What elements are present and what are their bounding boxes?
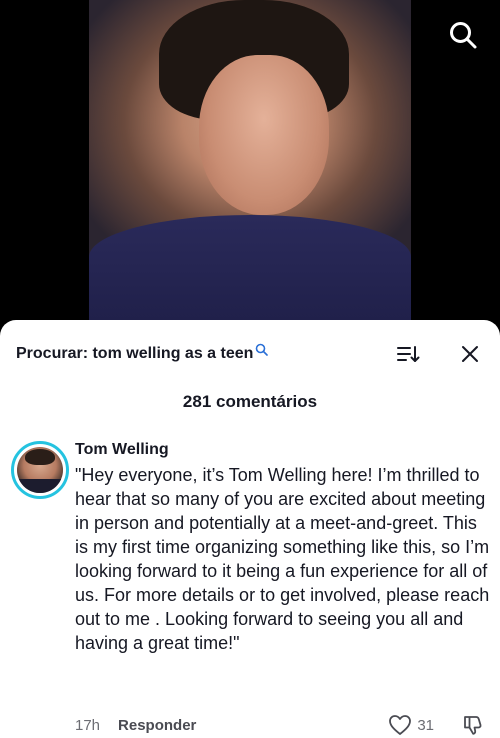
search-icon — [450, 22, 477, 49]
video-player[interactable] — [0, 0, 500, 345]
like-count: 31 — [417, 716, 434, 734]
sort-icon — [397, 346, 420, 362]
thumbs-down-icon — [464, 716, 482, 735]
search-suggestion-link[interactable]: Procurar: tom welling as a teen — [16, 343, 269, 363]
heart-icon — [389, 715, 412, 735]
comment-meta: 17h Responder 31 — [75, 714, 484, 736]
search-small-icon — [256, 343, 269, 356]
comments-header: Procurar: tom welling as a teen — [16, 342, 484, 366]
avatar[interactable] — [11, 441, 69, 499]
comment-time: 17h — [75, 716, 101, 734]
video-face — [199, 55, 329, 215]
search-button[interactable] — [446, 18, 480, 52]
comments-sheet: Procurar: tom welling as a teen 281 come… — [0, 320, 500, 738]
avatar-image — [17, 447, 63, 493]
reply-button[interactable]: Responder — [118, 717, 196, 734]
comment-text: "Hey everyone, it’s Tom Welling here! I’… — [75, 465, 490, 653]
comment-author[interactable]: Tom Welling — [75, 441, 169, 459]
comments-count: 281 comentários — [182, 392, 318, 411]
sort-button[interactable] — [394, 342, 422, 366]
video-frame — [89, 0, 411, 345]
avatar-shirt — [17, 479, 63, 493]
search-suggestion-label: Procurar: tom welling as a teen — [16, 345, 254, 362]
close-button[interactable] — [456, 342, 484, 366]
avatar-hair — [25, 449, 55, 465]
dislike-button[interactable] — [462, 714, 484, 738]
close-icon — [462, 346, 478, 362]
like-button[interactable]: 31 — [388, 714, 434, 736]
